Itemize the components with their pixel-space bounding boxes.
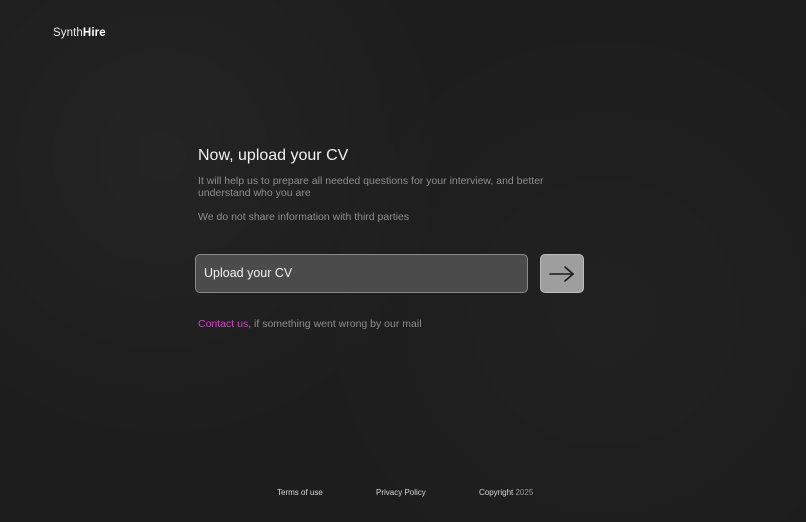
brand-name-light: Synth — [53, 27, 83, 39]
cv-upload-field[interactable]: Upload your CV — [195, 254, 528, 293]
privacy-note: We do not share information with third p… — [198, 211, 410, 223]
cv-upload-placeholder: Upload your CV — [204, 266, 293, 280]
copyright-notice: Copyright 2025 — [479, 488, 533, 497]
terms-of-use-link[interactable]: Terms of use — [277, 488, 323, 497]
copyright-label: Copyright — [479, 488, 514, 497]
contact-us-link[interactable]: Contact us — [198, 318, 248, 330]
brand-logo[interactable]: SynthHire — [53, 27, 106, 39]
arrow-right-icon — [549, 265, 574, 282]
brand-name-bold: Hire — [82, 27, 106, 39]
contact-line: Contact us, if something went wrong by o… — [198, 318, 422, 330]
page-description: It will help us to prepare all needed qu… — [198, 175, 544, 199]
contact-rest-text: , if something went wrong by our mail — [248, 318, 422, 330]
submit-button[interactable] — [540, 254, 584, 293]
upload-section: Now, upload your CV It will help us to p… — [198, 146, 598, 223]
page-title: Now, upload your CV — [198, 147, 349, 164]
upload-row: Upload your CV — [195, 254, 585, 293]
copyright-year: 2025 — [515, 488, 534, 497]
privacy-policy-link[interactable]: Privacy Policy — [376, 488, 426, 497]
